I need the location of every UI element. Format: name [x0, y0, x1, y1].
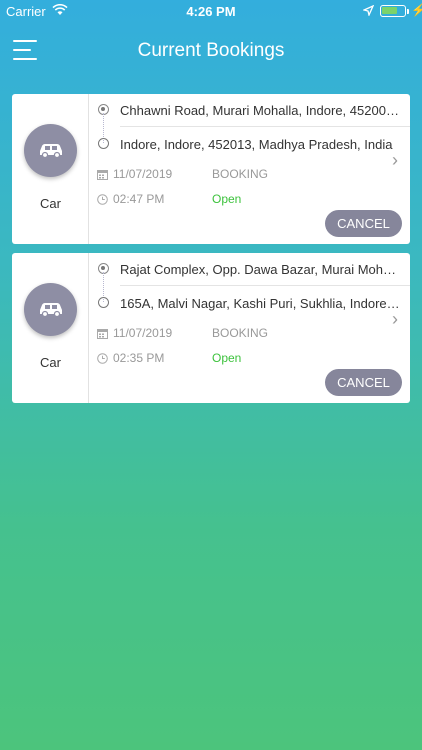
drop-address: Indore, Indore, 452013, Madhya Pradesh, …	[120, 137, 393, 152]
clock-icon	[97, 351, 108, 369]
battery-level	[382, 7, 397, 14]
location-arrow-icon	[362, 4, 375, 19]
booking-time: 02:47 PM	[113, 192, 165, 206]
divider	[120, 126, 410, 127]
divider	[120, 285, 410, 286]
vehicle-column: Car	[12, 253, 89, 403]
vehicle-label: Car	[40, 355, 61, 370]
battery-icon	[380, 5, 406, 17]
booking-time: 02:35 PM	[113, 351, 165, 365]
clock-icon	[97, 192, 108, 210]
bolt-icon: ⚡	[411, 3, 422, 17]
status-bar: Carrier 4:26 PM ⚡	[0, 0, 422, 22]
cancel-button[interactable]: CANCEL	[325, 369, 402, 396]
chevron-right-icon[interactable]: ›	[392, 309, 398, 330]
chevron-right-icon[interactable]: ›	[392, 150, 398, 171]
vehicle-column: Car	[12, 94, 89, 244]
pickup-address: Rajat Complex, Opp. Dawa Bazar, Murai Mo…	[120, 262, 400, 277]
calendar-icon	[97, 167, 108, 185]
status-badge: Open	[212, 351, 242, 365]
car-icon	[24, 124, 77, 177]
drop-radio-icon	[98, 138, 109, 149]
status-badge: Open	[212, 192, 242, 206]
nav-bar: Current Bookings	[0, 22, 422, 78]
drop-address: 165A, Malvi Nagar, Kashi Puri, Sukhlia, …	[120, 296, 400, 311]
drop-radio-icon	[98, 297, 109, 308]
booking-type: BOOKING	[212, 167, 269, 181]
booking-card[interactable]: Car Rajat Complex, Opp. Dawa Bazar, Mura…	[12, 253, 410, 403]
pickup-address: Chhawni Road, Murari Mohalla, Indore, 45…	[120, 103, 400, 118]
page-title: Current Bookings	[137, 40, 285, 61]
booking-card[interactable]: Car Chhawni Road, Murari Mohalla, Indore…	[12, 94, 410, 244]
car-icon	[24, 283, 77, 336]
calendar-icon	[97, 326, 108, 344]
battery-cap	[407, 9, 409, 14]
cancel-button[interactable]: CANCEL	[325, 210, 402, 237]
status-time: 4:26 PM	[186, 4, 236, 19]
booking-date: 11/07/2019	[113, 167, 173, 181]
vehicle-label: Car	[40, 196, 61, 211]
booking-type: BOOKING	[212, 326, 269, 340]
booking-date: 11/07/2019	[113, 326, 173, 340]
